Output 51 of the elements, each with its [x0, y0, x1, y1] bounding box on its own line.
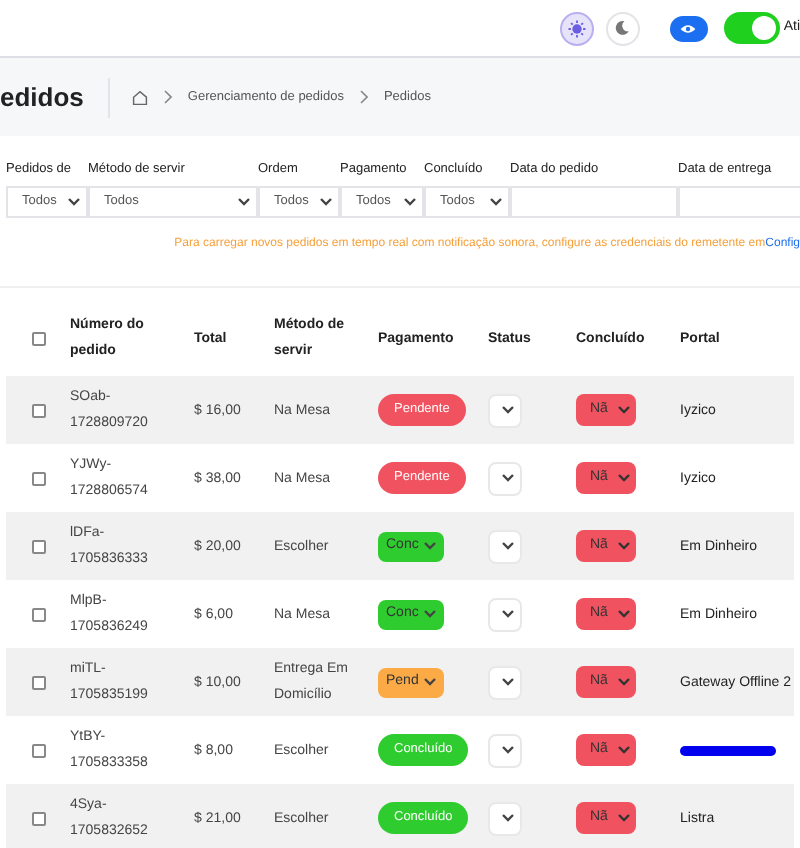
- checkbox[interactable]: [31, 675, 45, 689]
- chevron-icon: [68, 198, 80, 206]
- dark-mode-button[interactable]: [605, 11, 640, 45]
- eye-icon: [680, 23, 697, 33]
- checkbox[interactable]: [31, 811, 45, 825]
- chevron-icon: [320, 198, 332, 206]
- status-select[interactable]: [488, 801, 522, 835]
- chevron-icon: [404, 198, 416, 206]
- checkbox[interactable]: [31, 743, 45, 757]
- chevron-right-icon: [163, 90, 172, 104]
- page-title: edidos: [0, 77, 110, 117]
- chevron-right-icon: [359, 90, 368, 104]
- chevron-icon: [618, 678, 630, 686]
- chevron-icon: [502, 814, 514, 822]
- chevron-icon: [502, 678, 514, 686]
- home-icon: [131, 89, 148, 105]
- view-button[interactable]: [669, 15, 708, 41]
- checkbox[interactable]: [31, 403, 45, 417]
- date-field[interactable]: [678, 186, 800, 218]
- status-select[interactable]: [488, 393, 522, 427]
- chevron-icon: [424, 678, 436, 686]
- chevron-icon: [424, 610, 436, 618]
- chevron-icon: [238, 198, 250, 206]
- chevron-icon: [490, 198, 502, 206]
- chevron-icon: [502, 746, 514, 754]
- chevron-icon: [618, 406, 630, 414]
- date-field[interactable]: [510, 186, 678, 218]
- chevron-icon: [502, 542, 514, 550]
- chevron-icon: [618, 542, 630, 550]
- status-select[interactable]: [488, 733, 522, 767]
- toggle-switch[interactable]: [723, 12, 780, 44]
- light-mode-button[interactable]: [559, 11, 594, 45]
- redaction-mark: [680, 745, 776, 755]
- moon-icon: [614, 20, 631, 36]
- checkbox[interactable]: [31, 539, 45, 553]
- chevron-icon: [618, 814, 630, 822]
- chevron-icon: [424, 542, 436, 550]
- sun-icon: [567, 19, 586, 37]
- checkbox[interactable]: [31, 471, 45, 485]
- chevron-icon: [502, 610, 514, 618]
- chevron-icon: [502, 474, 514, 482]
- status-select[interactable]: [488, 597, 522, 631]
- status-select[interactable]: [488, 529, 522, 563]
- chevron-icon: [618, 610, 630, 618]
- checkbox[interactable]: [31, 331, 45, 345]
- chevron-icon: [618, 474, 630, 482]
- checkbox[interactable]: [31, 607, 45, 621]
- chevron-icon: [502, 406, 514, 414]
- status-select[interactable]: [488, 461, 522, 495]
- status-select[interactable]: [488, 665, 522, 699]
- chevron-icon: [618, 746, 630, 754]
